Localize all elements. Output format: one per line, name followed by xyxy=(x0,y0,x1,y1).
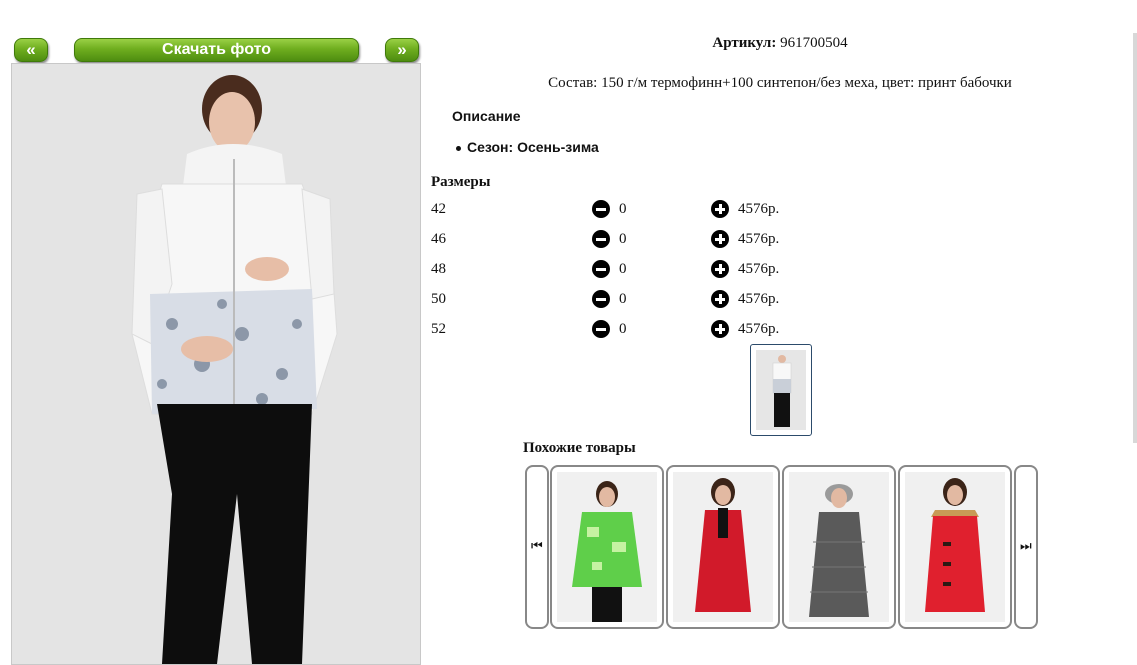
minus-icon[interactable] xyxy=(592,320,610,338)
size-label: 42 xyxy=(431,201,446,217)
price-value: 4576р. xyxy=(738,201,780,217)
price-value: 4576р. xyxy=(738,291,780,307)
size-row: 50 0 4576р. xyxy=(430,290,830,313)
article-line: Артикул: 961700504 xyxy=(430,35,1130,52)
price-value: 4576р. xyxy=(738,261,780,277)
download-photo-button[interactable]: Скачать фото xyxy=(74,38,359,62)
article-label: Артикул: xyxy=(712,35,777,51)
photo-thumbnail[interactable] xyxy=(750,344,812,436)
size-label: 50 xyxy=(431,291,446,307)
size-row: 42 0 4576р. xyxy=(430,200,830,223)
bullet-icon xyxy=(456,145,461,151)
plus-icon[interactable] xyxy=(711,230,729,248)
plus-icon[interactable] xyxy=(711,200,729,218)
scrollbar[interactable] xyxy=(1133,33,1137,443)
quantity-value: 0 xyxy=(619,291,627,307)
plus-icon[interactable] xyxy=(711,290,729,308)
size-label: 46 xyxy=(431,231,446,247)
carousel-prev-button[interactable]: ⏮ xyxy=(525,465,549,629)
size-row: 46 0 4576р. xyxy=(430,230,830,253)
product-image xyxy=(789,472,889,622)
size-row: 52 0 4576р. xyxy=(430,320,830,343)
minus-icon[interactable] xyxy=(592,290,610,308)
size-label: 52 xyxy=(431,321,446,337)
model-in-jacket-image xyxy=(12,64,420,664)
skip-forward-icon: ⏭ xyxy=(1020,539,1032,554)
similar-product-card[interactable] xyxy=(898,465,1012,629)
minus-icon[interactable] xyxy=(592,260,610,278)
carousel-next-button[interactable]: ⏭ xyxy=(1014,465,1038,629)
product-image xyxy=(905,472,1005,622)
plus-icon[interactable] xyxy=(711,260,729,278)
similar-products-title: Похожие товары xyxy=(523,440,636,456)
plus-icon[interactable] xyxy=(711,320,729,338)
similar-product-card[interactable] xyxy=(782,465,896,629)
product-photo xyxy=(11,63,421,665)
thumbnail-image xyxy=(756,350,806,430)
next-photo-button[interactable]: » xyxy=(385,38,419,62)
season-text: Сезон: Осень-зима xyxy=(467,139,599,155)
description-title: Описание xyxy=(452,108,521,124)
skip-back-icon: ⏮ xyxy=(531,539,543,554)
sizes-title: Размеры xyxy=(431,174,491,190)
article-value: 961700504 xyxy=(780,35,848,51)
size-row: 48 0 4576р. xyxy=(430,260,830,283)
quantity-value: 0 xyxy=(619,201,627,217)
product-image xyxy=(557,472,657,622)
prev-photo-button[interactable]: « xyxy=(14,38,48,62)
size-label: 48 xyxy=(431,261,446,277)
quantity-value: 0 xyxy=(619,231,627,247)
similar-product-card[interactable] xyxy=(550,465,664,629)
product-image xyxy=(673,472,773,622)
price-value: 4576р. xyxy=(738,231,780,247)
minus-icon[interactable] xyxy=(592,230,610,248)
similar-product-card[interactable] xyxy=(666,465,780,629)
quantity-value: 0 xyxy=(619,321,627,337)
price-value: 4576р. xyxy=(738,321,780,337)
minus-icon[interactable] xyxy=(592,200,610,218)
season-item: Сезон: Осень-зима xyxy=(456,139,599,155)
quantity-value: 0 xyxy=(619,261,627,277)
composition-text: Состав: 150 г/м термофинн+100 синтепон/б… xyxy=(548,75,1012,91)
